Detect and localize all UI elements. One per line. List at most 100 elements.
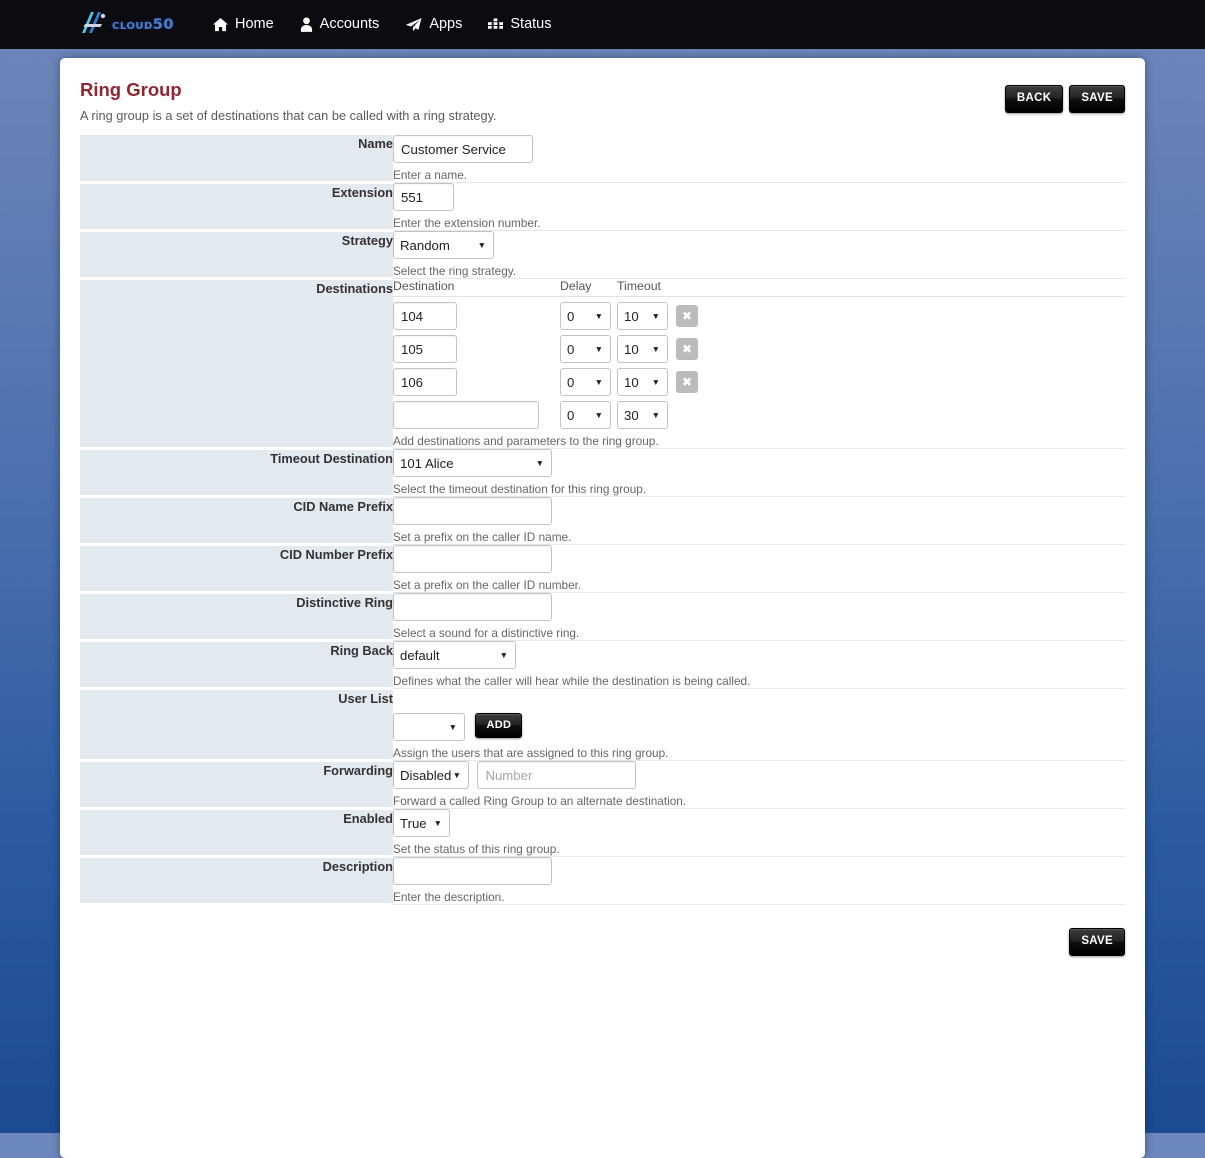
user-icon (300, 17, 313, 32)
destinations-rows: 0 10 ✖ (393, 296, 1125, 430)
timeout-destination-select[interactable]: 101 Alice (393, 449, 552, 478)
destinations-col-timeout: Timeout (617, 279, 661, 294)
destinations-header: Destination Delay Timeout (393, 279, 1125, 293)
forwarding-select[interactable]: Disabled (393, 761, 469, 790)
distinctive-ring-input[interactable] (393, 593, 552, 622)
home-icon (212, 17, 228, 32)
field-cell-description: Enter the description. (393, 856, 1125, 906)
brand-logo[interactable]: Cloud50 (76, 9, 174, 40)
cid-number-prefix-input[interactable] (393, 545, 552, 574)
delay-select-wrap: 0 (560, 335, 611, 364)
delay-select-wrap: 0 (560, 302, 611, 331)
label-cell-name: Name (80, 135, 393, 185)
close-icon[interactable]: ✖ (676, 305, 698, 328)
label-user-list: User List (338, 691, 393, 707)
description-input[interactable] (393, 857, 552, 886)
field-cell-ring-back: default Defines what the caller will hea… (393, 640, 1125, 690)
nav-item-status[interactable]: Status (475, 0, 564, 49)
destination-input-new[interactable] (393, 401, 539, 430)
cid-number-prefix-description: Set a prefix on the caller ID number. (393, 578, 582, 593)
delay-select[interactable]: 0 (560, 335, 611, 364)
label-strategy: Strategy (341, 233, 393, 249)
strategy-select-wrap: Random (393, 231, 494, 260)
timeout-select-new[interactable]: 30 (617, 401, 668, 430)
user-list-select[interactable] (393, 713, 465, 742)
label-cell-enabled: Enabled (80, 808, 393, 859)
content-panel: Ring Group A ring group is a set of dest… (60, 58, 1145, 1158)
label-forwarding: Forwarding (323, 763, 393, 779)
forwarding-select-wrap: Disabled (393, 761, 469, 790)
nav-item-home-label: Home (234, 16, 274, 32)
save-button-top[interactable]: SAVE (1069, 85, 1125, 113)
nav-item-apps-label: Apps (429, 16, 463, 32)
ring-group-form: Name Enter a name. Extension Enter the e… (80, 135, 1125, 907)
form-row-enabled: Enabled True Set the status of this ring… (80, 808, 1125, 859)
destinations-description: Add destinations and parameters to the r… (393, 434, 659, 449)
timeout-select[interactable]: 10 (617, 302, 668, 331)
paper-plane-icon (405, 17, 422, 32)
ring-back-select[interactable]: default (393, 641, 516, 670)
distinctive-ring-description: Select a sound for a distinctive ring. (393, 626, 580, 641)
save-button-bottom[interactable]: SAVE (1069, 928, 1125, 956)
field-cell-timeout-destination: 101 Alice Select the timeout destination… (393, 448, 1125, 498)
destination-row-new: 0 30 (393, 401, 1125, 430)
form-row-ring-back: Ring Back default Defines what the calle… (80, 640, 1125, 691)
label-cell-distinctive-ring: Distinctive Ring (80, 592, 393, 643)
destination-input[interactable] (393, 368, 457, 397)
enabled-description: Set the status of this ring group. (393, 842, 560, 857)
destinations-col-destination: Destination (393, 279, 455, 294)
delay-select[interactable]: 0 (560, 302, 611, 331)
extension-description: Enter the extension number. (393, 216, 541, 231)
forwarding-description: Forward a called Ring Group to an altern… (393, 794, 687, 809)
forwarding-number-input[interactable] (477, 761, 637, 790)
cid-name-prefix-description: Set a prefix on the caller ID name. (393, 530, 572, 545)
header-actions: BACK SAVE (1004, 85, 1125, 113)
field-cell-name: Enter a name. (393, 135, 1125, 184)
label-cell-forwarding: Forwarding (80, 760, 393, 811)
form-row-cid-name-prefix: CID Name Prefix Set a prefix on the call… (80, 496, 1125, 547)
delay-select-wrap: 0 (560, 368, 611, 397)
destination-input[interactable] (393, 302, 457, 331)
add-user-button[interactable]: ADD (475, 713, 523, 739)
name-input[interactable] (393, 135, 533, 164)
nav-item-home[interactable]: Home (200, 0, 287, 49)
label-cell-ring-back: Ring Back (80, 640, 393, 691)
field-cell-cid-name-prefix: Set a prefix on the caller ID name. (393, 496, 1125, 546)
form-row-distinctive-ring: Distinctive Ring Select a sound for a di… (80, 592, 1125, 643)
close-icon[interactable]: ✖ (676, 371, 698, 394)
back-button[interactable]: BACK (1004, 85, 1064, 113)
timeout-select[interactable]: 10 (617, 368, 668, 397)
form-row-timeout-destination: Timeout Destination 101 Alice Select the… (80, 448, 1125, 499)
close-icon[interactable]: ✖ (676, 338, 698, 361)
delay-select[interactable]: 0 (560, 368, 611, 397)
field-cell-distinctive-ring: Select a sound for a distinctive ring. (393, 592, 1125, 642)
label-enabled: Enabled (343, 811, 393, 827)
enabled-select[interactable]: True (393, 809, 450, 838)
field-cell-enabled: True Set the status of this ring group. (393, 808, 1125, 858)
cid-name-prefix-input[interactable] (393, 497, 552, 526)
timeout-select-wrap: 10 (617, 368, 668, 397)
destination-row: 0 10 ✖ (393, 302, 1125, 331)
nav-links: Home Accounts Apps Status (200, 0, 565, 49)
form-row-destinations: Destinations Destination Delay Timeout 0 (80, 278, 1125, 451)
strategy-select[interactable]: Random (393, 231, 494, 260)
destination-row: 0 10 ✖ (393, 368, 1125, 397)
label-timeout-destination: Timeout Destination (270, 451, 393, 467)
label-cid-name-prefix: CID Name Prefix (293, 499, 393, 515)
delay-select-new[interactable]: 0 (560, 401, 611, 430)
destination-input[interactable] (393, 335, 457, 364)
nav-item-accounts[interactable]: Accounts (287, 0, 393, 49)
extension-input[interactable] (393, 183, 454, 212)
name-description: Enter a name. (393, 168, 468, 183)
brand-label: Cloud50 (112, 16, 174, 33)
label-description: Description (322, 859, 393, 875)
description-description: Enter the description. (393, 890, 505, 905)
form-row-strategy: Strategy Random Select the ring strategy… (80, 230, 1125, 281)
a-logo-mark-icon (76, 9, 110, 40)
form-row-name: Name Enter a name. (80, 135, 1125, 185)
timeout-select[interactable]: 10 (617, 335, 668, 364)
bar-chart-icon (488, 17, 504, 32)
nav-item-apps[interactable]: Apps (392, 0, 475, 49)
form-row-forwarding: Forwarding Disabled Forward a called Rin… (80, 760, 1125, 811)
form-row-cid-number-prefix: CID Number Prefix Set a prefix on the ca… (80, 544, 1125, 595)
